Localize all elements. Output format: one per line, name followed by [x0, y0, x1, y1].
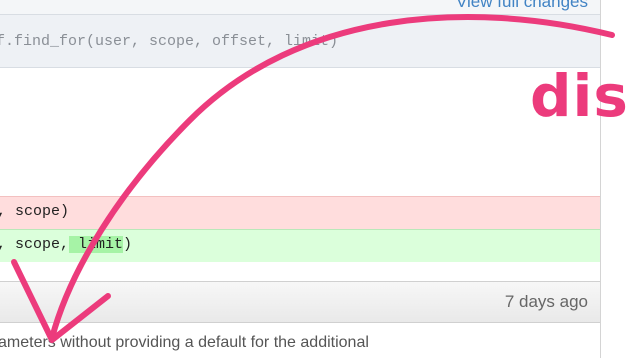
- curved-arrow-icon: [11, 14, 615, 343]
